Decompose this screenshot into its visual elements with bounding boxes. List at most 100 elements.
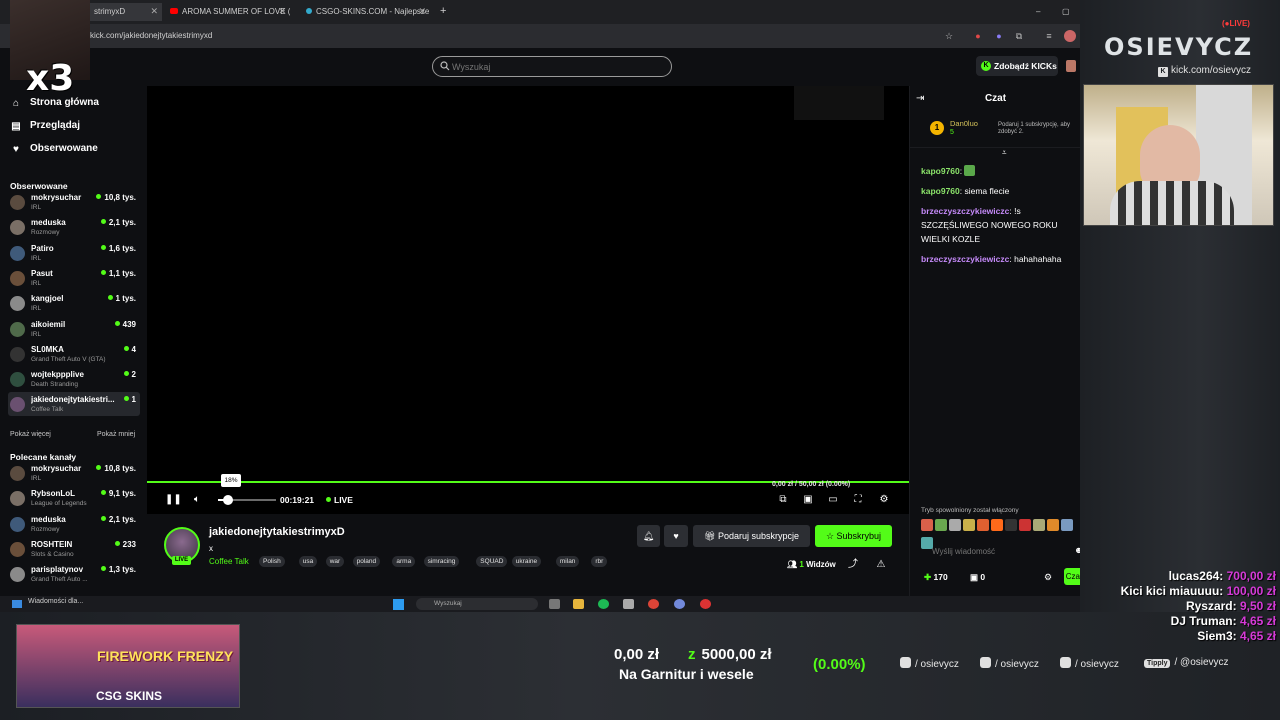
search-box[interactable]	[432, 56, 672, 77]
channel-item[interactable]: mokrysuchar IRL 10,8 tys.	[8, 461, 140, 485]
stream-tag[interactable]: simracing	[423, 556, 460, 567]
notification-bell-button[interactable]: 🔔︎	[637, 525, 660, 547]
channel-item[interactable]: Patiro IRL 1,6 tys.	[8, 241, 140, 265]
stream-tag[interactable]: poland	[352, 556, 381, 567]
task-view-icon[interactable]	[549, 599, 560, 609]
pause-button[interactable]: ❚❚	[165, 494, 182, 506]
puzzle-icon[interactable]: ⧉	[1013, 30, 1025, 42]
stream-category[interactable]: Coffee Talk	[209, 557, 249, 566]
emote-icon[interactable]	[935, 519, 947, 531]
stream-tag[interactable]: Polish	[259, 556, 285, 567]
channel-item[interactable]: ROSHTEIN Slots & Casino 233	[8, 537, 140, 561]
stream-tag[interactable]: rbr	[591, 556, 608, 567]
gift-subs-button[interactable]: 🎁︎ Podaruj subskrypcje	[693, 525, 810, 547]
emote-icon[interactable]	[1033, 519, 1045, 531]
emote-icon[interactable]	[921, 519, 933, 531]
close-tab-icon[interactable]: ✕	[278, 6, 286, 17]
follow-heart-button[interactable]: ♥	[664, 525, 688, 547]
get-kicks-button[interactable]: K Zdobądź KICKs	[976, 56, 1058, 76]
emote-icon[interactable]	[977, 519, 989, 531]
tab-csgo-skins[interactable]: CSGO-SKINS.COM - Najlepsze ✕	[300, 3, 430, 21]
channel-item[interactable]: aikoiemil IRL 439	[8, 317, 140, 341]
nav-following[interactable]: ♥ Obserwowane	[10, 143, 98, 159]
streamer-name[interactable]: jakiedonejtytakiestrimyxD	[209, 526, 345, 538]
emote-icon[interactable]	[1061, 519, 1073, 531]
settings-gear-icon[interactable]: ⚙	[878, 494, 890, 506]
chat-settings-icon[interactable]: ⚙	[1044, 572, 1052, 583]
menu-icon[interactable]: ≡	[1043, 30, 1055, 42]
search-input[interactable]	[452, 60, 652, 74]
pinned-gifter-name[interactable]: Dan0luo	[950, 119, 978, 128]
weather-icon[interactable]	[12, 600, 22, 608]
minimize-icon[interactable]: –	[1030, 3, 1044, 21]
store-icon[interactable]	[623, 599, 634, 609]
channel-points[interactable]: ✚ 170	[924, 572, 948, 583]
chat-username[interactable]: kapo9760	[921, 166, 960, 176]
close-tab-icon[interactable]: ✕	[418, 6, 426, 17]
show-less-link[interactable]: Pokaż mniej	[97, 431, 135, 438]
file-explorer-icon[interactable]	[573, 599, 584, 609]
emoji-icon[interactable]: ☻	[1074, 545, 1080, 555]
emote-icon[interactable]	[1047, 519, 1059, 531]
expand-icon[interactable]: ⩡	[1002, 148, 1007, 158]
channel-item[interactable]: jakiedonejtytakiestri... Coffee Talk 1	[8, 392, 140, 417]
live-indicator[interactable]: LIVE	[326, 495, 353, 505]
volume-slider[interactable]	[218, 495, 276, 505]
maximize-icon[interactable]: ▢	[1056, 3, 1070, 21]
extension-icon[interactable]: ●	[972, 30, 984, 42]
share-icon[interactable]: ⤴	[847, 559, 859, 571]
fullscreen-icon[interactable]: ⛶	[852, 494, 864, 506]
channel-item[interactable]: SL0MKA Grand Theft Auto V (GTA) 4	[8, 342, 140, 366]
chat-username[interactable]: brzeczyszczykiewiczc	[921, 206, 1009, 216]
subscribe-button[interactable]: ☆ Subskrybuj	[815, 525, 892, 547]
user-avatar[interactable]	[1066, 60, 1076, 72]
address-bar[interactable]: kick.com/jakiedonejtytakiestrimyxd ☆ ● ●…	[0, 24, 1080, 48]
bookmark-star-icon[interactable]: ☆	[943, 30, 955, 42]
channel-item[interactable]: kangjoel IRL 1 tys.	[8, 291, 140, 315]
stream-tag[interactable]: usa	[298, 556, 318, 567]
extension-icon[interactable]: ●	[993, 30, 1005, 42]
tab-aroma[interactable]: AROMA SUMMER OF LOVE ( S ✕	[164, 3, 290, 21]
channel-item[interactable]: meduska Rozmowy 2,1 tys.	[8, 215, 140, 239]
taskbar-news[interactable]: Wiadomości dla...	[28, 598, 83, 605]
gift-count[interactable]: ▣ 0	[970, 572, 985, 583]
channel-item[interactable]: Pasut IRL 1,1 tys.	[8, 266, 140, 290]
chrome-icon[interactable]	[648, 599, 659, 609]
report-warning-icon[interactable]: ⚠	[875, 559, 887, 571]
chat-send-button[interactable]: Czat	[1064, 568, 1080, 585]
profile-avatar[interactable]	[1064, 30, 1076, 42]
emote-strip[interactable]	[921, 518, 1080, 549]
stream-tag[interactable]: war	[325, 556, 345, 567]
emote-icon[interactable]	[1019, 519, 1031, 531]
stream-tag[interactable]: SQUAD	[476, 556, 508, 567]
volume-icon[interactable]: 🔈︎	[191, 494, 203, 506]
video-player[interactable]	[147, 86, 909, 514]
stream-tag[interactable]: milan	[555, 556, 580, 567]
new-tab-button[interactable]: +	[434, 1, 450, 19]
stream-tag[interactable]: ukraine	[511, 556, 542, 567]
emote-icon[interactable]	[1005, 519, 1017, 531]
close-tab-icon[interactable]: ✕	[150, 6, 158, 17]
url-text[interactable]: kick.com/jakiedonejtytakiestrimyxd	[90, 31, 212, 40]
nav-home[interactable]: ⌂ Strona główna	[10, 97, 99, 113]
channel-item[interactable]: meduska Rozmowy 2,1 tys.	[8, 512, 140, 536]
chat-username[interactable]: kapo9760	[921, 186, 960, 196]
channel-item[interactable]: RybsonLoL League of Legends 9,1 tys.	[8, 486, 140, 510]
windows-start-icon[interactable]	[393, 599, 404, 610]
tab-kick[interactable]: strimyxD ✕	[88, 3, 162, 21]
theater-mode-icon[interactable]: ▭	[827, 494, 839, 506]
spotify-icon[interactable]	[598, 599, 609, 609]
emote-icon[interactable]	[991, 519, 1003, 531]
pip-icon[interactable]: ⧉	[777, 494, 789, 506]
channel-item[interactable]: wojtekppplive Death Stranding 2	[8, 367, 140, 391]
show-more-link[interactable]: Pokaż więcej	[10, 431, 51, 438]
emote-icon[interactable]	[963, 519, 975, 531]
nav-browse[interactable]: ▤ Przeglądaj	[10, 120, 80, 136]
taskbar-search[interactable]: Wyszukaj	[416, 598, 538, 610]
clip-icon[interactable]: ▣	[802, 494, 814, 506]
chat-username[interactable]: brzeczyszczykiewiczc	[921, 254, 1009, 264]
stream-tag[interactable]: arma	[392, 556, 416, 567]
discord-icon[interactable]	[674, 599, 685, 609]
channel-item[interactable]: mokrysuchar IRL 10,8 tys.	[8, 190, 140, 214]
emote-icon[interactable]	[949, 519, 961, 531]
